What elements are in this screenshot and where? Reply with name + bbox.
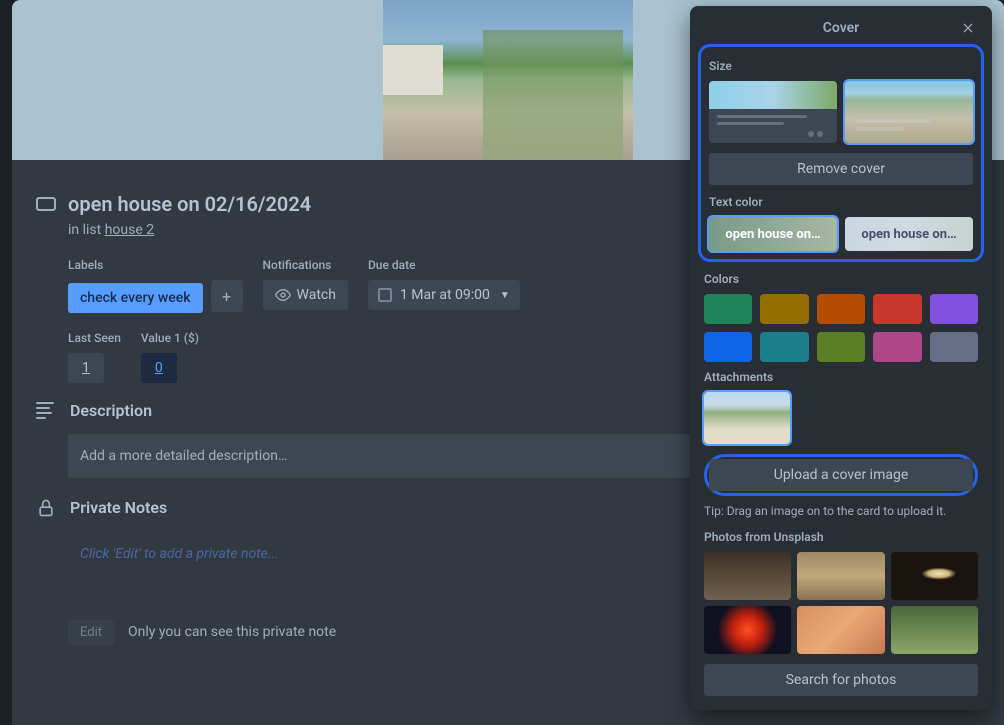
- cover-popover: Cover Size Remove cover Text color open …: [690, 6, 992, 710]
- duedate-header: Due date: [368, 258, 520, 272]
- labels-header: Labels: [68, 258, 243, 272]
- unsplash-photo[interactable]: [891, 552, 978, 600]
- lastseen-header: Last Seen: [68, 331, 121, 345]
- chevron-down-icon: ▼: [500, 290, 510, 301]
- description-title: Description: [70, 401, 152, 420]
- colors-label: Colors: [704, 272, 978, 286]
- label-chip[interactable]: check every week: [68, 283, 203, 313]
- upload-tip: Tip: Drag an image on to the card to upl…: [704, 504, 978, 518]
- color-swatch[interactable]: [760, 332, 808, 362]
- private-note-input[interactable]: Click 'Edit' to add a private note...: [68, 532, 794, 612]
- color-swatch[interactable]: [760, 294, 808, 324]
- list-link[interactable]: house 2: [105, 222, 154, 238]
- lock-icon: [36, 498, 56, 518]
- value1-value[interactable]: 0: [141, 353, 177, 383]
- color-swatch[interactable]: [817, 332, 865, 362]
- list-info: in list house 2: [68, 222, 794, 238]
- private-notes-title: Private Notes: [70, 498, 167, 517]
- color-swatch[interactable]: [873, 294, 921, 324]
- textcolor-dark-option[interactable]: open house on…: [845, 217, 973, 251]
- size-full-option[interactable]: [845, 81, 973, 143]
- highlighted-section: Size Remove cover Text color open house …: [698, 44, 984, 262]
- unsplash-photo[interactable]: [891, 606, 978, 654]
- unsplash-photo[interactable]: [797, 552, 884, 600]
- card-title[interactable]: open house on 02/16/2024: [68, 192, 311, 216]
- color-swatch[interactable]: [704, 294, 752, 324]
- color-swatch[interactable]: [930, 294, 978, 324]
- lastseen-value[interactable]: 1: [68, 353, 104, 383]
- textcolor-label: Text color: [709, 195, 973, 209]
- card-icon: [36, 197, 56, 211]
- remove-cover-button[interactable]: Remove cover: [709, 153, 973, 185]
- color-swatch[interactable]: [704, 332, 752, 362]
- private-footer-text: Only you can see this private note: [128, 624, 336, 640]
- cover-scenic-image: [383, 0, 633, 160]
- due-date-button[interactable]: 1 Mar at 09:00 ▼: [368, 280, 520, 310]
- size-label: Size: [709, 59, 973, 73]
- unsplash-photo[interactable]: [704, 606, 791, 654]
- textcolor-light-option[interactable]: open house on…: [709, 217, 837, 251]
- close-button[interactable]: [958, 18, 978, 38]
- size-half-option[interactable]: [709, 81, 837, 143]
- color-swatch[interactable]: [930, 332, 978, 362]
- unsplash-photo[interactable]: [797, 606, 884, 654]
- close-icon: [961, 21, 975, 35]
- upload-highlight: Upload a cover image: [704, 454, 978, 496]
- description-input[interactable]: Add a more detailed description…: [68, 434, 794, 478]
- popover-title: Cover: [823, 20, 859, 36]
- private-edit-button[interactable]: Edit: [68, 620, 114, 645]
- color-grid: [704, 294, 978, 362]
- unsplash-photo[interactable]: [704, 552, 791, 600]
- eye-icon: [275, 287, 291, 303]
- search-photos-button[interactable]: Search for photos: [704, 664, 978, 696]
- value1-header: Value 1 ($): [141, 331, 199, 345]
- description-icon: [36, 402, 56, 419]
- color-swatch[interactable]: [817, 294, 865, 324]
- upload-cover-button[interactable]: Upload a cover image: [709, 459, 973, 491]
- notifications-header: Notifications: [263, 258, 348, 272]
- attachments-label: Attachments: [704, 370, 978, 384]
- unsplash-grid: [704, 552, 978, 654]
- due-checkbox[interactable]: [378, 288, 392, 302]
- color-swatch[interactable]: [873, 332, 921, 362]
- attachment-thumbnail[interactable]: [704, 392, 790, 444]
- add-label-button[interactable]: +: [211, 280, 243, 312]
- watch-button[interactable]: Watch: [263, 280, 348, 310]
- unsplash-label: Photos from Unsplash: [704, 530, 978, 544]
